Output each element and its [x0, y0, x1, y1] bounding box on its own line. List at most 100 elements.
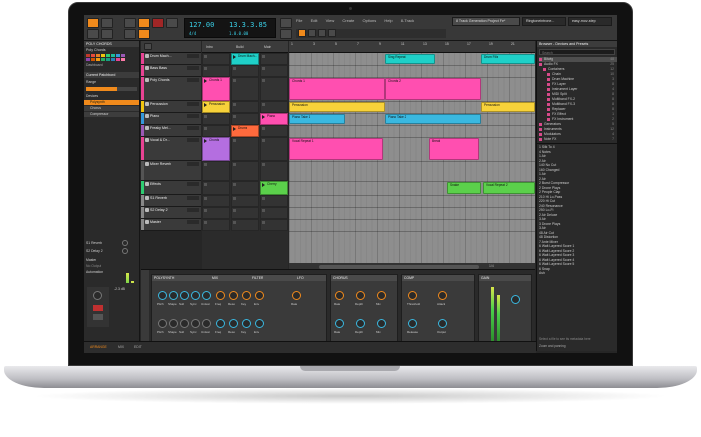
clip-slot[interactable] — [260, 77, 288, 101]
color-swatch[interactable] — [106, 54, 110, 57]
parameter-knob[interactable] — [229, 291, 238, 300]
clip-slot[interactable] — [260, 125, 288, 137]
send-a-knob[interactable] — [122, 240, 128, 246]
file-tab-1[interactable]: 8 Track Generation Project Fe* — [452, 17, 520, 26]
parameter-knob[interactable] — [377, 291, 386, 300]
slot-record-icon[interactable] — [233, 183, 236, 186]
track-name[interactable]: Freaky Mel... — [150, 126, 171, 130]
record-arm-button[interactable] — [93, 305, 103, 311]
settings-button[interactable] — [87, 29, 99, 39]
track-header[interactable]: Bass Bass — [141, 65, 201, 77]
slot-record-icon[interactable] — [204, 221, 207, 224]
clip-slot[interactable] — [231, 161, 259, 181]
arranger-clip[interactable]: Vocal Repeat 1 — [289, 138, 383, 160]
pencil-tool-icon[interactable] — [308, 29, 316, 37]
track-header[interactable]: Vocal & Dr... — [141, 137, 201, 161]
output-label[interactable]: No Output — [86, 264, 101, 268]
parameter-knob[interactable] — [242, 319, 251, 328]
gain-knob[interactable] — [511, 295, 520, 304]
device-chorus[interactable]: Chorus — [84, 106, 139, 111]
slot-record-icon[interactable] — [262, 55, 265, 58]
slot-record-icon[interactable] — [262, 103, 265, 106]
track-header[interactable]: Effects — [141, 181, 201, 195]
time-signature[interactable]: 4/4 — [189, 31, 196, 36]
parameter-knob[interactable] — [180, 319, 189, 328]
parameter-knob[interactable] — [169, 291, 178, 300]
play-icon[interactable] — [204, 79, 207, 83]
arranger-clip[interactable]: Break — [429, 138, 479, 160]
color-swatch[interactable] — [111, 54, 115, 57]
slot-record-icon[interactable] — [262, 221, 265, 224]
browser-category-item[interactable]: Note FX 7 — [539, 137, 617, 142]
parameter-knob[interactable] — [408, 319, 417, 328]
color-swatch[interactable] — [91, 58, 95, 61]
mute-solo-buttons[interactable] — [187, 78, 199, 82]
arranger-clip[interactable]: Drum Fills — [481, 54, 535, 64]
arrange-view-tab[interactable]: ARRANGE — [90, 345, 107, 349]
menu-file[interactable]: File — [296, 18, 302, 23]
slot-record-icon[interactable] — [262, 127, 265, 130]
browser-toggle-button[interactable] — [101, 18, 113, 28]
device-compressor[interactable]: Compressor — [84, 112, 139, 117]
browser-search-box[interactable]: Search — [539, 49, 615, 55]
arranger-clip[interactable]: Percussion — [481, 102, 535, 112]
arranger-clip[interactable]: Snake — [447, 182, 481, 194]
menu-view[interactable]: View — [326, 18, 335, 23]
play-icon[interactable] — [204, 103, 207, 107]
color-swatch[interactable] — [106, 58, 110, 61]
parameter-knob[interactable] — [377, 319, 386, 328]
slot-record-icon[interactable] — [204, 209, 207, 212]
add-track-icon[interactable] — [144, 43, 152, 50]
parameter-knob[interactable] — [438, 319, 447, 328]
mute-solo-buttons[interactable] — [187, 162, 199, 166]
track-name[interactable]: S1 Reverb — [150, 196, 167, 200]
parameter-knob[interactable] — [158, 291, 167, 300]
menu-create[interactable]: Create — [342, 18, 354, 23]
track-header[interactable]: S1 Reverb — [141, 195, 201, 207]
parameter-knob[interactable] — [180, 291, 189, 300]
arranger-clip[interactable]: Chords 1 — [289, 78, 385, 100]
clip-slot[interactable] — [231, 207, 259, 219]
parameter-knob[interactable] — [335, 291, 344, 300]
parameter-knob[interactable] — [255, 291, 264, 300]
track-name[interactable]: Percussion — [150, 102, 168, 106]
inspector-toggle-button[interactable] — [101, 29, 113, 39]
parameter-knob[interactable] — [408, 291, 417, 300]
pan-knob[interactable] — [93, 291, 102, 300]
track-name[interactable]: Poly Chords — [150, 78, 170, 82]
clip-slot[interactable] — [202, 181, 230, 195]
play-icon[interactable] — [204, 139, 207, 143]
parameter-knob[interactable] — [356, 319, 365, 328]
launcher-clip[interactable]: Drums — [231, 125, 259, 137]
color-swatch[interactable] — [96, 58, 100, 61]
range-slider[interactable] — [86, 87, 137, 91]
clip-slot[interactable] — [202, 195, 230, 207]
scene-main[interactable]: Main — [264, 45, 271, 49]
parameter-knob[interactable] — [255, 319, 264, 328]
stop-button[interactable] — [124, 18, 136, 28]
track-name[interactable]: Piano — [150, 114, 159, 118]
file-tab-3[interactable]: easy-mov-step — [568, 17, 612, 26]
automation-label[interactable]: Automation — [86, 270, 103, 274]
mix-view-tab[interactable]: MIX — [118, 345, 124, 349]
clip-slot[interactable] — [202, 113, 230, 125]
parameter-knob[interactable] — [216, 291, 225, 300]
scene-intro[interactable]: Intro — [206, 45, 213, 49]
play-button[interactable] — [138, 18, 150, 28]
color-swatch[interactable] — [86, 54, 90, 57]
color-swatch[interactable] — [91, 54, 95, 57]
clip-slot[interactable] — [202, 65, 230, 77]
slot-record-icon[interactable] — [204, 163, 207, 166]
knife-tool-icon[interactable] — [328, 29, 336, 37]
loop-button[interactable] — [166, 18, 178, 28]
parameter-knob[interactable] — [216, 319, 225, 328]
parameter-knob[interactable] — [169, 319, 178, 328]
clip-slot[interactable] — [231, 113, 259, 125]
timeline-ruler[interactable]: 1 3 5 7 9 11 13 15 17 19 21 — [289, 41, 535, 53]
clip-slot[interactable] — [202, 125, 230, 137]
eraser-tool-icon[interactable] — [318, 29, 326, 37]
play-icon[interactable] — [262, 115, 265, 119]
menu-options[interactable]: Options — [362, 18, 376, 23]
parameter-knob[interactable] — [158, 319, 167, 328]
mute-solo-buttons[interactable] — [187, 126, 199, 130]
